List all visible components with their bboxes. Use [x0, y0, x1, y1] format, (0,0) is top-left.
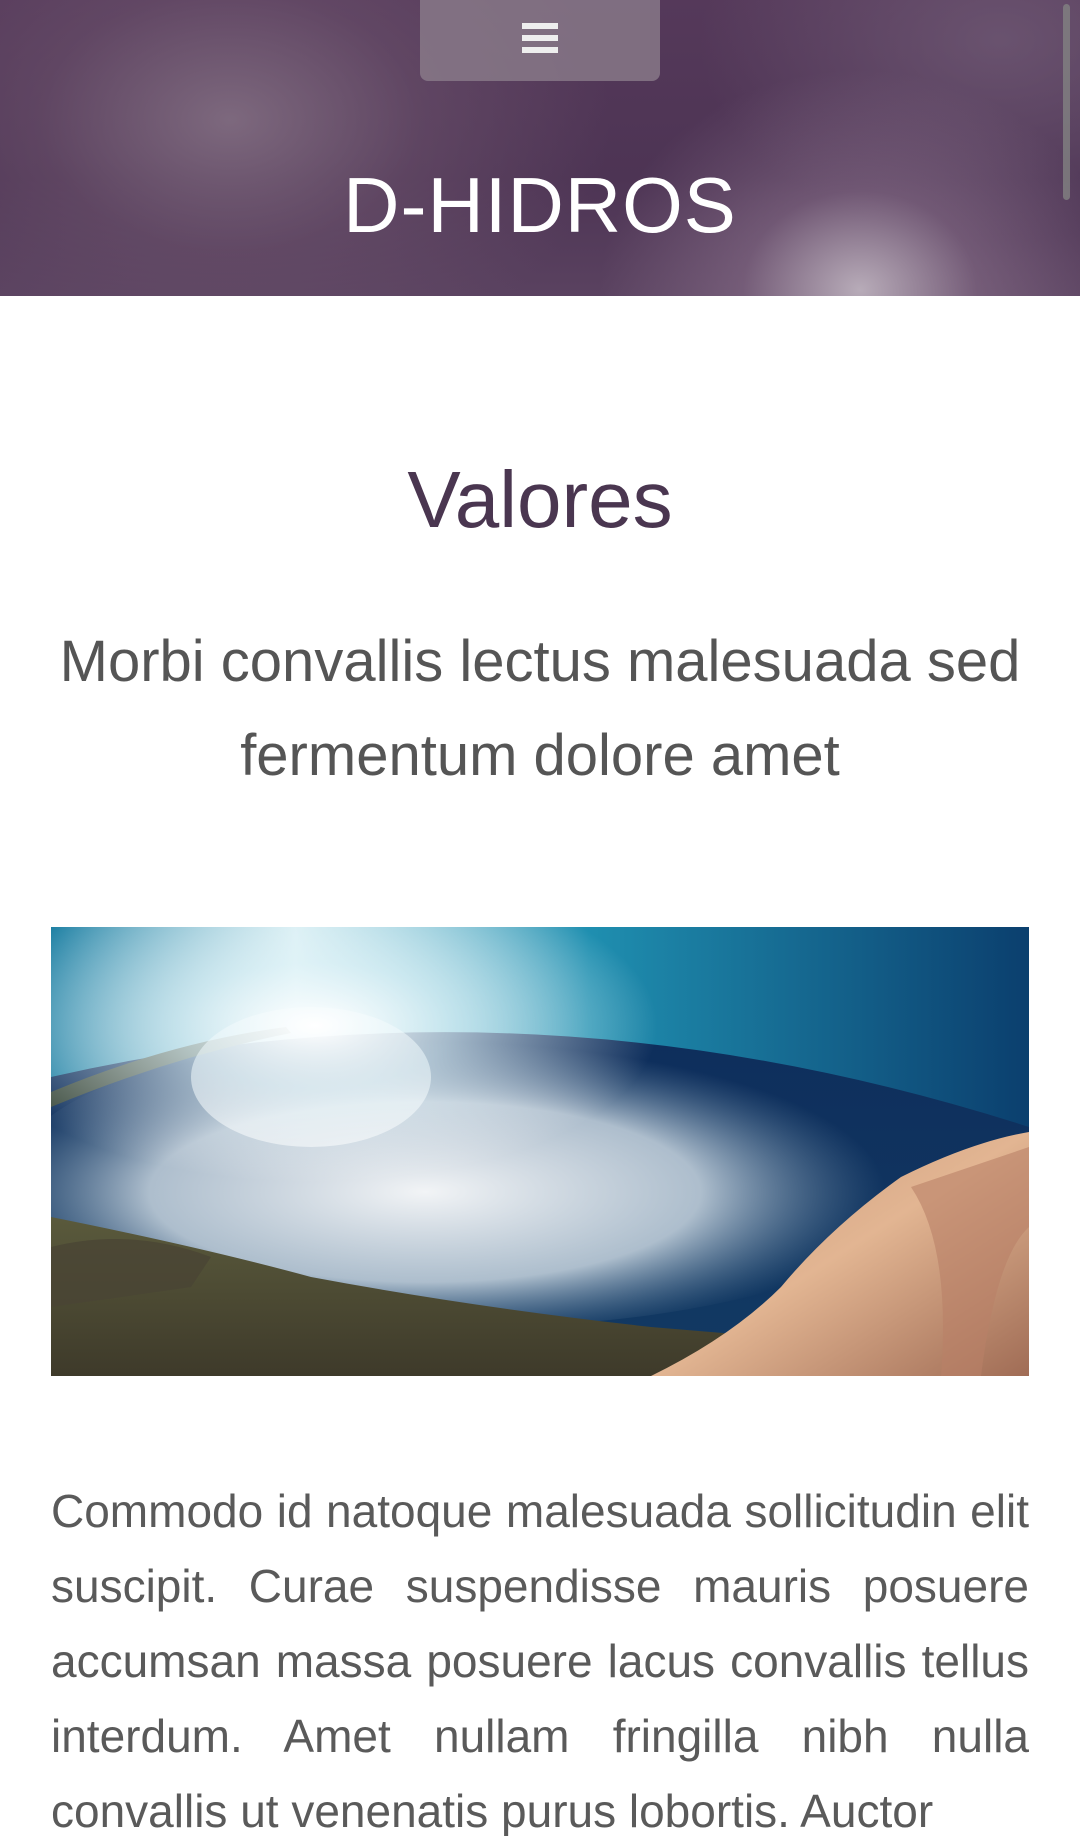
ocean-photo: [51, 927, 1029, 1376]
hamburger-menu-icon[interactable]: [522, 23, 558, 53]
site-title[interactable]: D-HIDROS: [0, 160, 1080, 250]
page: D-HIDROS Valores Morbi convallis lectus …: [0, 0, 1080, 1836]
section-body-text: Commodo id natoque malesuada sollicitudi…: [51, 1485, 1029, 1836]
section-subtitle: Morbi convallis lectus malesuada sed fer…: [59, 629, 1021, 788]
header-banner: D-HIDROS: [0, 0, 1080, 296]
scrollbar[interactable]: [1063, 4, 1070, 200]
section-title: Valores: [407, 455, 673, 544]
